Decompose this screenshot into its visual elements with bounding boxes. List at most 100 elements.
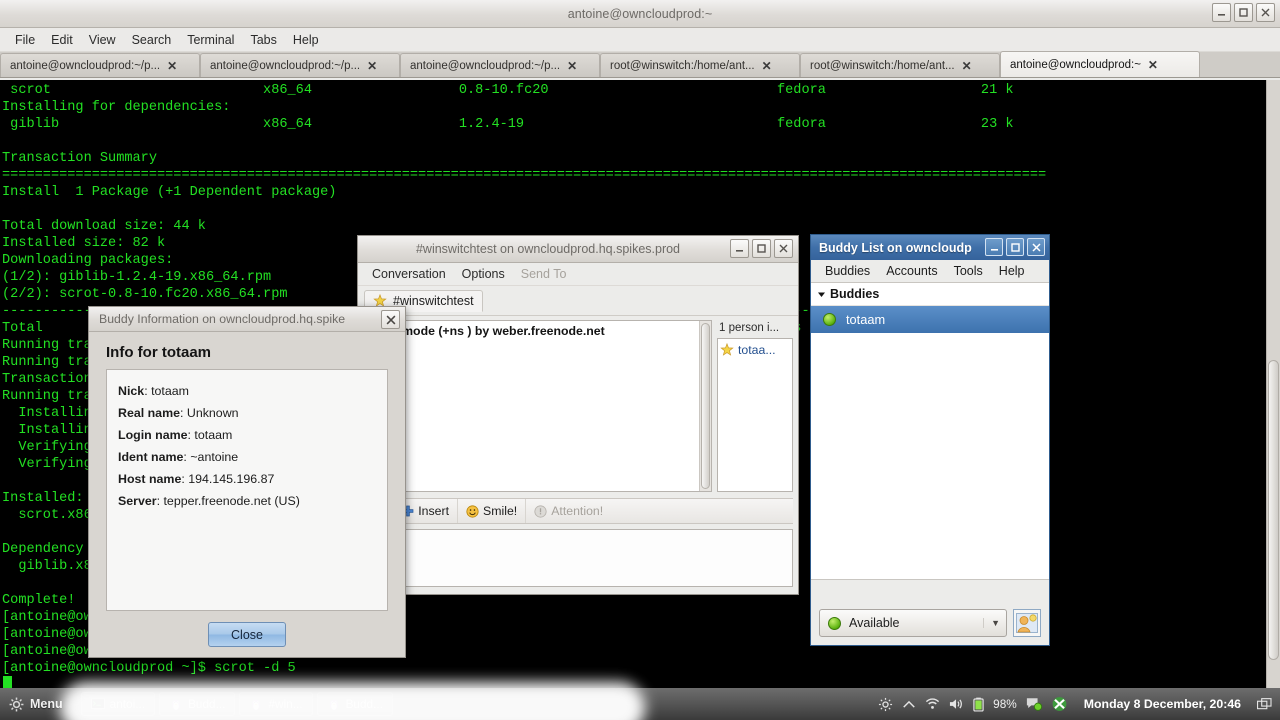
terminal-titlebar[interactable]: antoine@owncloudprod:~ bbox=[0, 0, 1280, 28]
pidgin-buddylist-window: Buddy List on owncloudp Buddies Accounts… bbox=[810, 234, 1050, 646]
terminal-tab-label: antoine@owncloudprod:~/p... bbox=[10, 59, 161, 72]
close-button[interactable] bbox=[1027, 238, 1045, 256]
menu-terminal[interactable]: Terminal bbox=[180, 31, 241, 49]
buddy-icon-button[interactable] bbox=[1013, 609, 1041, 637]
pidgin-icon bbox=[329, 699, 338, 711]
tab-close-icon[interactable]: ✕ bbox=[962, 59, 972, 73]
tab-close-icon[interactable]: ✕ bbox=[367, 59, 377, 73]
taskbar-window-buttons: antoi... Budd... #win... Budd... bbox=[75, 692, 879, 716]
terminal-tab-3[interactable]: antoine@owncloudprod:~/p... ✕ bbox=[400, 53, 600, 77]
attention-button: Attention! bbox=[526, 499, 611, 523]
participant-item[interactable]: totaa... bbox=[720, 343, 790, 357]
taskbar-task-terminal[interactable]: antoi... bbox=[80, 692, 156, 716]
menu-edit[interactable]: Edit bbox=[44, 31, 80, 49]
terminal-tab-label: root@winswitch:/home/ant... bbox=[810, 59, 955, 72]
close-button[interactable] bbox=[381, 310, 400, 329]
workspace-switcher-icon[interactable] bbox=[1257, 697, 1272, 711]
menu-tabs[interactable]: Tabs bbox=[243, 31, 283, 49]
menu-conversation[interactable]: Conversation bbox=[366, 266, 452, 282]
maximize-button[interactable] bbox=[752, 239, 771, 258]
buddylist-titlebar[interactable]: Buddy List on owncloudp bbox=[811, 235, 1049, 260]
conversation-tabrow: #winswitchtest bbox=[358, 286, 798, 316]
buddy-name: totaam bbox=[846, 312, 886, 327]
info-row-host-name: Host name: 194.145.196.87 bbox=[118, 472, 275, 486]
chevron-down-icon[interactable] bbox=[817, 290, 826, 299]
volume-icon[interactable] bbox=[949, 697, 964, 711]
online-status-icon bbox=[828, 616, 841, 630]
buddyinfo-titlebar[interactable]: Buddy Information on owncloudprod.hq.spi… bbox=[89, 307, 405, 332]
menu-buddies[interactable]: Buddies bbox=[819, 263, 876, 279]
minimize-button[interactable] bbox=[730, 239, 749, 258]
terminal-tab-label: antoine@owncloudprod:~/p... bbox=[410, 59, 561, 72]
menu-view[interactable]: View bbox=[82, 31, 123, 49]
menu-tools[interactable]: Tools bbox=[948, 263, 989, 279]
menu-file[interactable]: File bbox=[8, 31, 42, 49]
pidgin-icon bbox=[171, 699, 181, 711]
close-button[interactable] bbox=[774, 239, 793, 258]
conversation-log[interactable]: 6:01) mode (+ns ) by weber.freenode.net bbox=[363, 320, 712, 492]
menu-help[interactable]: Help bbox=[993, 263, 1031, 279]
buddyinfo-footer: Close bbox=[89, 611, 405, 647]
buddylist-status-bar: Available ▼ bbox=[811, 601, 1049, 645]
participants-list[interactable]: totaa... bbox=[717, 338, 793, 492]
wifi-icon[interactable] bbox=[925, 697, 940, 711]
taskbar-task-buddyinfo[interactable]: Budd... bbox=[316, 692, 393, 716]
terminal-title: antoine@owncloudprod:~ bbox=[567, 6, 713, 21]
pidgin-tray-icon[interactable] bbox=[1026, 697, 1042, 712]
conversation-log-scrollbar[interactable] bbox=[699, 321, 711, 491]
tab-close-icon[interactable]: ✕ bbox=[1148, 58, 1158, 72]
terminal-tab-1[interactable]: antoine@owncloudprod:~/p... ✕ bbox=[0, 53, 200, 77]
taskbar-task-conversation[interactable]: #win... bbox=[239, 692, 313, 716]
buddy-group-buddies[interactable]: Buddies bbox=[811, 283, 1049, 306]
pidgin-conversation-window: #winswitchtest on owncloudprod.hq.spikes… bbox=[357, 235, 799, 595]
buddylist-tree[interactable]: Buddies totaam bbox=[811, 283, 1049, 580]
close-button[interactable]: Close bbox=[208, 622, 286, 647]
menu-accounts[interactable]: Accounts bbox=[880, 263, 943, 279]
minimize-button[interactable] bbox=[1212, 3, 1231, 22]
scrollbar-thumb[interactable] bbox=[1268, 360, 1279, 660]
conversation-log-line: 6:01) mode (+ns ) by weber.freenode.net bbox=[370, 324, 605, 338]
terminal-tabbar: antoine@owncloudprod:~/p... ✕ antoine@ow… bbox=[0, 51, 1280, 78]
chevron-up-icon[interactable] bbox=[902, 698, 916, 711]
scrollbar-thumb[interactable] bbox=[701, 323, 710, 489]
attention-icon bbox=[534, 504, 547, 518]
terminal-scrollbar[interactable] bbox=[1266, 80, 1280, 688]
start-menu-button[interactable]: Menu bbox=[0, 688, 75, 720]
maximize-button[interactable] bbox=[1006, 238, 1024, 256]
close-button[interactable] bbox=[1256, 3, 1275, 22]
xpra-icon[interactable] bbox=[1051, 696, 1068, 712]
info-label: Real name bbox=[118, 406, 180, 420]
terminal-tab-6[interactable]: antoine@owncloudprod:~ ✕ bbox=[1000, 51, 1200, 77]
tab-close-icon[interactable]: ✕ bbox=[167, 59, 177, 73]
terminal-menubar: File Edit View Search Terminal Tabs Help bbox=[0, 28, 1280, 52]
participant-name: totaa... bbox=[738, 343, 776, 357]
menu-help[interactable]: Help bbox=[286, 31, 326, 49]
menu-options[interactable]: Options bbox=[456, 266, 511, 282]
menu-search[interactable]: Search bbox=[125, 31, 179, 49]
tab-close-icon[interactable]: ✕ bbox=[567, 59, 577, 73]
buddy-information-dialog: Buddy Information on owncloudprod.hq.spi… bbox=[88, 306, 406, 658]
info-value: totaam bbox=[151, 384, 189, 398]
info-value: Unknown bbox=[186, 406, 239, 420]
buddylist-window-controls bbox=[985, 238, 1045, 256]
status-selector[interactable]: Available ▼ bbox=[819, 609, 1007, 637]
taskbar-task-buddylist[interactable]: Budd... bbox=[159, 692, 236, 716]
conversation-window-controls bbox=[730, 239, 793, 258]
terminal-tab-label: antoine@owncloudprod:~ bbox=[1010, 58, 1141, 71]
terminal-tab-4[interactable]: root@winswitch:/home/ant... ✕ bbox=[600, 53, 800, 77]
terminal-tab-label: antoine@owncloudprod:~/p... bbox=[210, 59, 361, 72]
tab-close-icon[interactable]: ✕ bbox=[762, 59, 772, 73]
terminal-tab-5[interactable]: root@winswitch:/home/ant... ✕ bbox=[800, 53, 1000, 77]
message-input[interactable] bbox=[363, 529, 793, 587]
smile-button[interactable]: Smile! bbox=[458, 499, 527, 523]
brightness-icon[interactable] bbox=[878, 697, 893, 712]
battery-percentage: 98% bbox=[993, 697, 1017, 711]
taskbar-task-label: antoi... bbox=[109, 697, 146, 711]
buddy-item-totaam[interactable]: totaam bbox=[811, 306, 1049, 333]
battery-icon[interactable] bbox=[973, 697, 984, 712]
maximize-button[interactable] bbox=[1234, 3, 1253, 22]
terminal-tab-2[interactable]: antoine@owncloudprod:~/p... ✕ bbox=[200, 53, 400, 77]
chevron-down-icon[interactable]: ▼ bbox=[983, 618, 1000, 628]
minimize-button[interactable] bbox=[985, 238, 1003, 256]
conversation-titlebar[interactable]: #winswitchtest on owncloudprod.hq.spikes… bbox=[358, 236, 798, 263]
